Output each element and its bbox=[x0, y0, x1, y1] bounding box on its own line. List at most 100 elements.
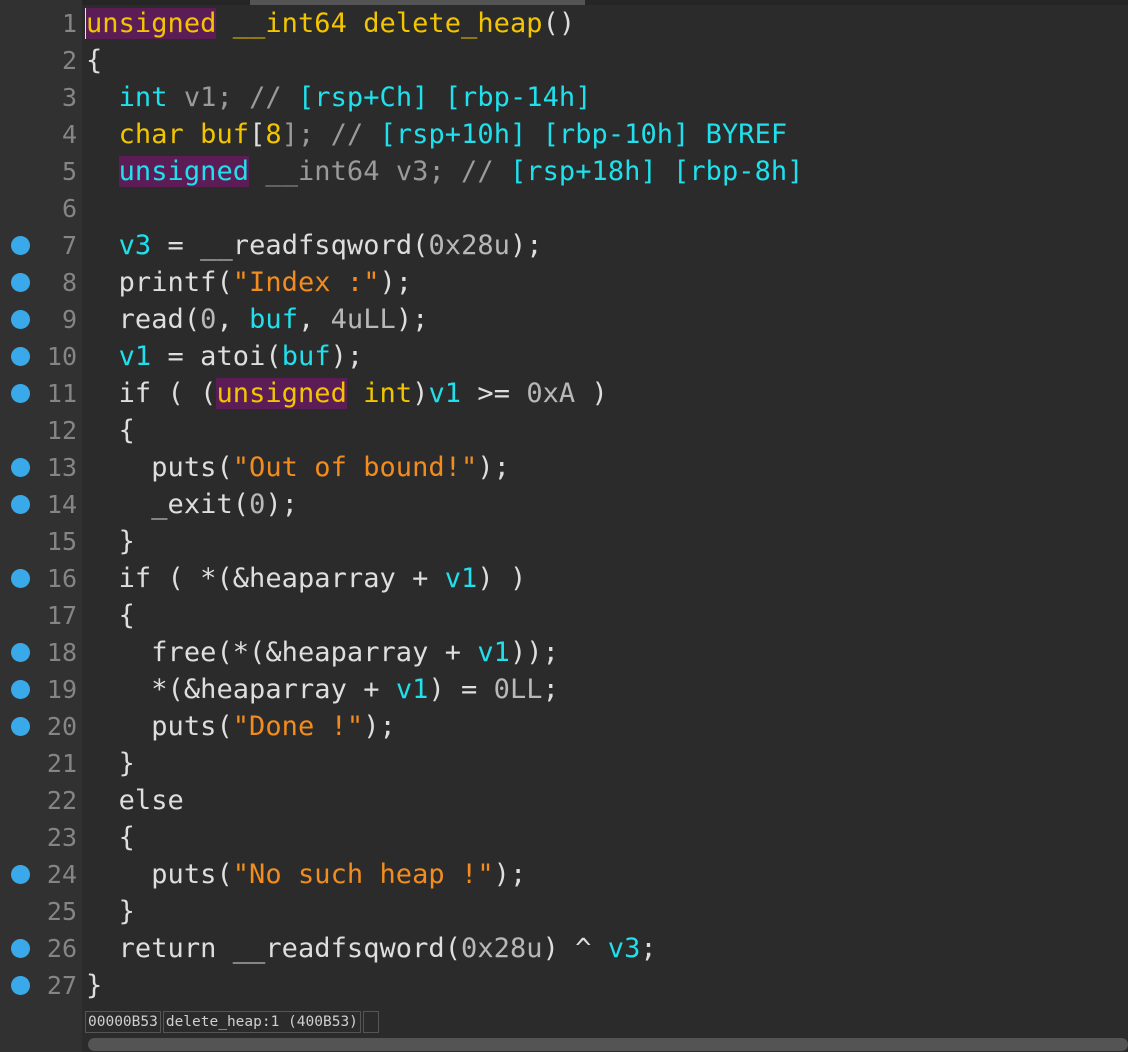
breakpoint-dot-icon[interactable] bbox=[11, 458, 30, 477]
code-line[interactable]: 10 v1 = atoi(buf); bbox=[0, 338, 1128, 375]
code-token: 4uLL bbox=[330, 304, 396, 335]
breakpoint-dot-icon[interactable] bbox=[11, 976, 30, 995]
code-text[interactable]: int v1; // [rsp+Ch] [rbp-14h] bbox=[86, 79, 592, 116]
code-token: *(&heaparray + bbox=[86, 674, 396, 705]
code-text[interactable]: if ( *(&heaparray + v1) ) bbox=[86, 560, 527, 597]
code-token: puts( bbox=[86, 452, 233, 483]
code-token: return __readfsqword( bbox=[86, 933, 462, 964]
code-line[interactable]: 1 unsigned __int64 delete_heap() bbox=[0, 5, 1128, 42]
code-editor[interactable]: 1 unsigned __int64 delete_heap() 2{3 int v… bbox=[0, 5, 1128, 1004]
code-text[interactable]: } bbox=[86, 523, 135, 560]
code-token: { bbox=[86, 415, 135, 446]
line-number: 11 bbox=[46, 379, 77, 408]
code-text[interactable]: char buf[8]; // [rsp+10h] [rbp-10h] BYRE… bbox=[86, 116, 788, 153]
breakpoint-dot-icon[interactable] bbox=[11, 680, 30, 699]
breakpoint-dot-icon[interactable] bbox=[11, 569, 30, 588]
code-text[interactable]: v1 = atoi(buf); bbox=[86, 338, 364, 375]
code-line[interactable]: 5 unsigned __int64 v3; // [rsp+18h] [rbp… bbox=[0, 153, 1128, 190]
code-line[interactable]: 7 v3 = __readfsqword(0x28u); bbox=[0, 227, 1128, 264]
breakpoint-dot-icon[interactable] bbox=[11, 643, 30, 662]
code-line[interactable]: 16 if ( *(&heaparray + v1) ) bbox=[0, 560, 1128, 597]
code-line[interactable]: 23 { bbox=[0, 819, 1128, 856]
code-token: 0 bbox=[249, 489, 266, 520]
code-line[interactable]: 6 bbox=[0, 190, 1128, 227]
code-text[interactable]: unsigned __int64 v3; // [rsp+18h] [rbp-8… bbox=[86, 153, 803, 190]
code-text[interactable]: else bbox=[86, 782, 184, 819]
code-line[interactable]: 3 int v1; // [rsp+Ch] [rbp-14h] bbox=[0, 79, 1128, 116]
code-token: ); bbox=[265, 489, 298, 520]
code-text[interactable]: printf("Index :"); bbox=[86, 264, 412, 301]
code-token: 0xA bbox=[526, 378, 576, 409]
line-number: 22 bbox=[46, 786, 77, 815]
code-text[interactable]: unsigned __int64 delete_heap() bbox=[86, 5, 575, 42]
code-token: if ( ( bbox=[86, 378, 217, 409]
code-text[interactable]: _exit(0); bbox=[86, 486, 298, 523]
breakpoint-dot-icon[interactable] bbox=[11, 495, 30, 514]
code-line[interactable]: 26 return __readfsqword(0x28u) ^ v3; bbox=[0, 930, 1128, 967]
code-line[interactable]: 17 { bbox=[0, 597, 1128, 634]
code-token: 8 bbox=[265, 119, 282, 150]
code-text[interactable]: v3 = __readfsqword(0x28u); bbox=[86, 227, 543, 264]
code-line[interactable]: 11 if ( (unsigned int)v1 >= 0xA ) bbox=[0, 375, 1128, 412]
code-token: [rsp+Ch] [rbp-14h] bbox=[298, 82, 592, 113]
code-token: } bbox=[86, 970, 103, 1001]
code-line[interactable]: 18 free(*(&heaparray + v1)); bbox=[0, 634, 1128, 671]
code-line[interactable]: 8 printf("Index :"); bbox=[0, 264, 1128, 301]
code-text[interactable]: } bbox=[86, 893, 135, 930]
code-text[interactable]: *(&heaparray + v1) = 0LL; bbox=[86, 671, 559, 708]
code-line[interactable]: 12 { bbox=[0, 412, 1128, 449]
code-token: { bbox=[86, 45, 103, 76]
code-text[interactable]: if ( (unsigned int)v1 >= 0xA ) bbox=[86, 375, 608, 412]
code-line[interactable]: 9 read(0, buf, 4uLL); bbox=[0, 301, 1128, 338]
code-text[interactable]: { bbox=[86, 597, 135, 634]
code-line[interactable]: 4 char buf[8]; // [rsp+10h] [rbp-10h] BY… bbox=[0, 116, 1128, 153]
code-line[interactable]: 21 } bbox=[0, 745, 1128, 782]
code-token: printf( bbox=[86, 267, 233, 298]
code-token: int bbox=[363, 378, 413, 409]
line-number: 18 bbox=[46, 638, 77, 667]
code-token: ) bbox=[412, 378, 429, 409]
breakpoint-dot-icon[interactable] bbox=[11, 865, 30, 884]
code-text[interactable]: { bbox=[86, 819, 135, 856]
code-text[interactable]: } bbox=[86, 967, 102, 1004]
code-line[interactable]: 14 _exit(0); bbox=[0, 486, 1128, 523]
code-text[interactable]: } bbox=[86, 745, 135, 782]
code-text[interactable]: read(0, buf, 4uLL); bbox=[86, 301, 429, 338]
code-token: ) bbox=[575, 378, 608, 409]
code-line[interactable]: 13 puts("Out of bound!"); bbox=[0, 449, 1128, 486]
code-line[interactable]: 24 puts("No such heap !"); bbox=[0, 856, 1128, 893]
code-text[interactable]: free(*(&heaparray + v1)); bbox=[86, 634, 559, 671]
code-token: if ( *(&heaparray + bbox=[86, 563, 445, 594]
code-token: ) = bbox=[428, 674, 494, 705]
code-line[interactable]: 20 puts("Done !"); bbox=[0, 708, 1128, 745]
code-text[interactable]: puts("No such heap !"); bbox=[86, 856, 526, 893]
breakpoint-dot-icon[interactable] bbox=[11, 717, 30, 736]
breakpoint-dot-icon[interactable] bbox=[11, 347, 30, 366]
code-token: 0x28u bbox=[461, 933, 543, 964]
status-location: delete_heap:1 (400B53) bbox=[162, 1011, 361, 1033]
code-line[interactable]: 25 } bbox=[0, 893, 1128, 930]
breakpoint-dot-icon[interactable] bbox=[11, 273, 30, 292]
code-token: __int64 bbox=[232, 8, 347, 39]
code-text[interactable]: return __readfsqword(0x28u) ^ v3; bbox=[86, 930, 657, 967]
code-text[interactable]: { bbox=[86, 42, 102, 79]
code-line[interactable]: 15 } bbox=[0, 523, 1128, 560]
code-line[interactable]: 22 else bbox=[0, 782, 1128, 819]
code-text[interactable]: puts("Out of bound!"); bbox=[86, 449, 510, 486]
breakpoint-dot-icon[interactable] bbox=[11, 939, 30, 958]
horizontal-scrollbar-thumb[interactable] bbox=[88, 1038, 1128, 1051]
code-text[interactable]: { bbox=[86, 412, 135, 449]
breakpoint-dot-icon[interactable] bbox=[11, 236, 30, 255]
code-token: ); bbox=[363, 711, 396, 742]
code-token: ); bbox=[379, 267, 413, 298]
code-line[interactable]: 27} bbox=[0, 967, 1128, 1004]
breakpoint-dot-icon[interactable] bbox=[11, 384, 30, 403]
code-line[interactable]: 19 *(&heaparray + v1) = 0LL; bbox=[0, 671, 1128, 708]
line-number: 26 bbox=[46, 934, 77, 963]
code-line[interactable]: 2{ bbox=[0, 42, 1128, 79]
breakpoint-dot-icon[interactable] bbox=[11, 310, 30, 329]
code-token: [ bbox=[249, 119, 266, 150]
line-number: 19 bbox=[46, 675, 77, 704]
line-number: 7 bbox=[61, 231, 77, 260]
code-text[interactable]: puts("Done !"); bbox=[86, 708, 396, 745]
